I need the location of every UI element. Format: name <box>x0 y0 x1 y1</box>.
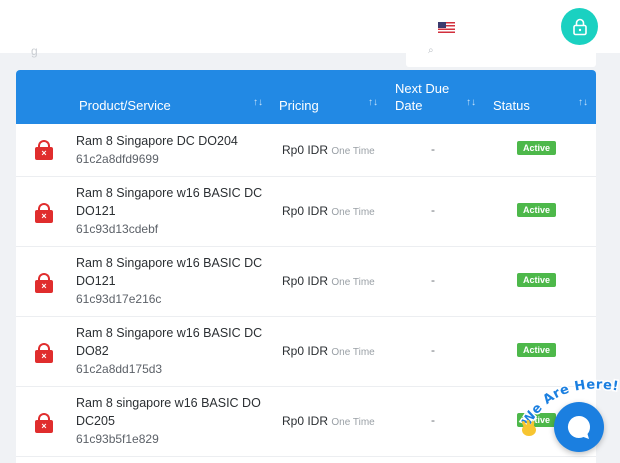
product-name: Ram 8 Singapore w16 BASIC DC DO121 61c93… <box>76 184 271 238</box>
locked-service-icon: × <box>35 343 53 363</box>
column-header-status[interactable]: Status <box>493 98 530 113</box>
billing-cycle: One Time <box>331 207 375 218</box>
billing-cycle: One Time <box>331 347 375 358</box>
waving-hand-icon <box>521 419 536 436</box>
product-id: 61c2a8dfd9699 <box>76 152 159 166</box>
price-cell: Rp0 IDR One Time <box>282 143 375 157</box>
product-id: 61c2a8dd175d3 <box>76 362 163 376</box>
table-row[interactable]: × Ram 8 Singapore w16 BASIC DC DO82 61c2… <box>16 317 596 387</box>
user-account-button[interactable] <box>561 8 598 45</box>
sort-icon[interactable]: ↑↓ <box>466 97 476 108</box>
lock-user-icon <box>572 18 587 35</box>
next-due-date: - <box>431 273 435 287</box>
table-row[interactable]: × Ram 8 singapore w16 BASIC DO DC205 61c… <box>16 387 596 457</box>
column-header-date[interactable]: Date <box>395 98 422 113</box>
page-subtitle-partial: g <box>31 44 38 58</box>
search-icon: ⌕ <box>428 45 434 56</box>
next-due-date: - <box>431 343 435 357</box>
price-cell: Rp0 IDR One Time <box>282 414 375 428</box>
locked-service-icon: × <box>35 273 53 293</box>
table-row[interactable]: × Ram 8 Singapore DC DO204 61c2a8dfd9699… <box>16 124 596 177</box>
price-cell: Rp0 IDR One Time <box>282 344 375 358</box>
sort-icon[interactable]: ↑↓ <box>368 97 378 108</box>
product-id: 61c93d13cdebf <box>76 222 159 236</box>
status-badge: Active <box>517 273 557 287</box>
sub-bar: g ⌕ <box>0 44 620 70</box>
chat-button[interactable] <box>554 402 604 452</box>
price-cell: Rp0 IDR One Time <box>282 274 375 288</box>
table-row[interactable]: × Ram 8 Singapore w16 BASIC DC DO121 61c… <box>16 247 596 317</box>
sort-icon[interactable]: ↑↓ <box>253 97 263 108</box>
chat-bubble-icon <box>567 415 591 439</box>
locked-service-icon: × <box>35 413 53 433</box>
billing-cycle: One Time <box>331 277 375 288</box>
locked-service-icon: × <box>35 140 53 160</box>
product-name: Ram 8 singapore w16 BASIC DO DC205 61c93… <box>76 394 271 448</box>
status-badge: Active <box>517 203 557 217</box>
column-header-next-due[interactable]: Next Due <box>395 81 449 96</box>
billing-cycle: One Time <box>331 417 375 428</box>
product-name: Ram 8 Singapore DC DO204 61c2a8dfd9699 <box>76 132 271 168</box>
next-due-date: - <box>431 142 435 156</box>
column-header-product[interactable]: Product/Service <box>79 98 171 113</box>
next-due-date: - <box>431 413 435 427</box>
table-header: Product/Service ↑↓ Pricing ↑↓ Next Due D… <box>16 70 596 124</box>
status-badge: Active <box>517 343 557 357</box>
billing-cycle: One Time <box>331 146 375 157</box>
product-id: 61c93d17e216c <box>76 292 162 306</box>
top-bar <box>0 0 620 53</box>
table-row[interactable]: × Ram 8 Singapore w16 BASIC DC DO121 61c… <box>16 177 596 247</box>
search-input[interactable]: ⌕ <box>406 45 596 67</box>
locked-service-icon: × <box>35 203 53 223</box>
sort-icon[interactable]: ↑↓ <box>578 97 588 108</box>
price-cell: Rp0 IDR One Time <box>282 204 375 218</box>
product-name: Ram 8 Singapore w16 BASIC DC DO82 61c2a8… <box>76 324 271 378</box>
status-badge: Active <box>517 141 557 155</box>
services-table: Product/Service ↑↓ Pricing ↑↓ Next Due D… <box>16 70 596 463</box>
product-name: Ram 8 Singapore w16 BASIC DC DO121 61c93… <box>76 254 271 308</box>
product-id: 61c93b5f1e829 <box>76 432 159 446</box>
column-header-pricing[interactable]: Pricing <box>279 98 319 113</box>
us-flag-icon[interactable] <box>438 22 455 33</box>
next-due-date: - <box>431 203 435 217</box>
